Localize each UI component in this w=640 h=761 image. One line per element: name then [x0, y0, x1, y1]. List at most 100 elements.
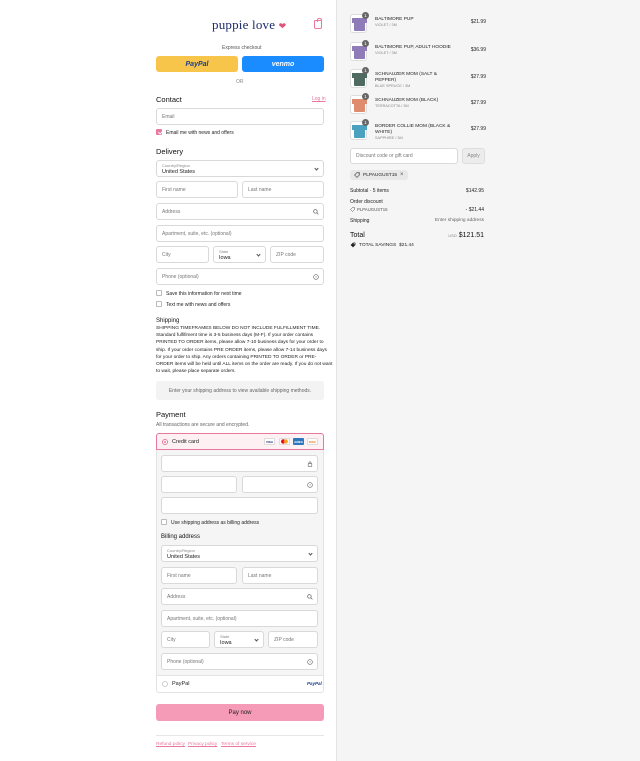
billing-country-select[interactable]: Country/Region United States	[161, 545, 318, 562]
discount-tag: PLPAUGUST15 ×	[350, 170, 408, 180]
total-label: Total	[350, 232, 365, 239]
discount-amount: - $21.44	[465, 207, 484, 213]
contact-heading: Contact	[156, 95, 182, 104]
product-variant: VIOLET / 3M	[375, 51, 397, 55]
product-variant: TERRACOTTA / 3M	[375, 104, 409, 108]
credit-card-label: Credit card	[172, 439, 199, 445]
product-variant: BLUE SPRUCE / 3M	[375, 84, 411, 88]
store-logo[interactable]: puppie love ❤	[212, 17, 286, 33]
paypal-option[interactable]: PayPal PayPal	[156, 676, 324, 693]
subtotal-value: $142.95	[465, 188, 484, 194]
first-name-field[interactable]: First name	[156, 181, 238, 198]
chevron-down-icon	[314, 166, 319, 171]
billing-same-checkbox[interactable]	[161, 519, 167, 525]
product-thumbnail: 1	[350, 12, 369, 33]
billing-heading: Billing address	[161, 534, 201, 540]
terms-link[interactable]: Terms of service	[221, 742, 256, 747]
apartment-field[interactable]: Apartment, suite, etc. (optional)	[156, 225, 324, 242]
billing-last-name-field[interactable]: Last name	[242, 567, 318, 584]
billing-city-field[interactable]: City	[161, 631, 210, 648]
search-icon	[307, 594, 313, 600]
tag-icon	[350, 242, 356, 248]
shipping-value: Enter shipping address	[434, 218, 484, 223]
product-thumbnail: 1	[350, 67, 369, 88]
cart-line-item: 1 BORDER COLLIE MOM (BLACK & WHITE) SAPPHI…	[350, 119, 486, 143]
credit-card-radio[interactable]	[162, 439, 168, 445]
security-code-field[interactable]: ?	[242, 476, 318, 493]
product-thumbnail: 1	[350, 93, 369, 114]
quantity-badge: 1	[362, 40, 369, 47]
email-field[interactable]: Email	[156, 108, 324, 125]
address-field[interactable]: Address	[156, 203, 324, 220]
delivery-heading: Delivery	[156, 147, 184, 156]
chevron-down-icon	[254, 637, 259, 642]
help-icon[interactable]: ?	[307, 482, 313, 488]
save-info-checkbox[interactable]	[156, 290, 162, 296]
product-name: SCHNAUZER MOM (SALT & PEPPER)	[375, 72, 437, 83]
venmo-express-button[interactable]: venmo	[242, 56, 324, 72]
name-on-card-field[interactable]	[161, 497, 318, 514]
card-number-field[interactable]	[161, 455, 318, 472]
billing-apartment-field[interactable]: Apartment, suite, etc. (optional)	[161, 610, 318, 627]
chevron-down-icon	[308, 551, 313, 556]
shipping-methods-placeholder: Enter your shipping address to view avai…	[156, 381, 324, 400]
billing-phone-field[interactable]: Phone (optional) ?	[161, 653, 318, 670]
svg-text:?: ?	[315, 276, 317, 280]
shirt-image-icon	[352, 46, 367, 59]
tag-icon	[350, 207, 355, 212]
order-discount-label: Order discount	[350, 199, 383, 205]
cart-line-item: 1 SCHNAUZER MOM (BLACK) TERRACOTTA / 3M $27…	[350, 93, 486, 117]
shirt-image-icon	[352, 18, 367, 31]
cart-bag-icon[interactable]	[314, 18, 322, 29]
paypal-express-button[interactable]: PayPal	[156, 56, 238, 72]
remove-discount-icon[interactable]: ×	[400, 172, 404, 178]
phone-field[interactable]: Phone (optional) ?	[156, 268, 324, 285]
help-icon[interactable]: ?	[313, 274, 319, 280]
zip-field[interactable]: ZIP code	[270, 246, 324, 263]
product-price: $27.99	[470, 100, 486, 106]
billing-state-select[interactable]: State Iowa	[214, 631, 264, 648]
product-price: $27.99	[470, 74, 486, 80]
or-divider: OR	[236, 79, 244, 85]
quantity-badge: 1	[362, 119, 369, 126]
privacy-policy-link[interactable]: Privacy policy	[188, 742, 217, 747]
paypal-logo: PayPal	[307, 681, 322, 686]
refund-policy-link[interactable]: Refund policy	[156, 742, 185, 747]
newsletter-checkbox[interactable]	[156, 129, 162, 135]
billing-address-field[interactable]: Address	[161, 588, 318, 605]
expiration-field[interactable]	[161, 476, 237, 493]
newsletter-label: Email me with news and offers	[166, 130, 234, 136]
billing-first-name-field[interactable]: First name	[161, 567, 237, 584]
apply-button[interactable]: Apply	[462, 148, 485, 164]
svg-text:?: ?	[309, 484, 311, 488]
billing-zip-field[interactable]: ZIP code	[268, 631, 318, 648]
product-price: $27.99	[470, 126, 486, 132]
shirt-image-icon	[352, 125, 367, 138]
product-variant: VIOLET / 3M	[375, 23, 397, 27]
billing-same-label: Use shipping address as billing address	[171, 520, 260, 526]
cart-line-item: 1 BALTIMORE PUP VIOLET / 3M $21.99	[350, 12, 486, 36]
shipping-heading: Shipping	[156, 318, 180, 324]
cart-line-item: 1 BALTIMORE PUP, ADULT HOODIE VIOLET / 3M $…	[350, 40, 486, 64]
discount-code-field[interactable]: Discount code or gift card	[350, 148, 458, 164]
product-thumbnail: 1	[350, 40, 369, 61]
discover-icon: DISC	[307, 438, 318, 445]
last-name-field[interactable]: Last name	[242, 181, 324, 198]
paypal-option-label: PayPal	[172, 681, 190, 687]
state-select[interactable]: State Iowa	[213, 246, 266, 263]
visa-icon: VISA	[264, 438, 275, 445]
country-select[interactable]: Country/Region United States	[156, 160, 324, 177]
product-price: $36.99	[470, 47, 486, 53]
credit-card-option[interactable]: Credit card VISA AMEX DISC	[156, 433, 324, 450]
product-variant: SAPPHIRE / 3M	[375, 136, 403, 140]
city-field[interactable]: City	[156, 246, 209, 263]
pay-now-button[interactable]: Pay now	[156, 704, 324, 721]
help-icon[interactable]: ?	[307, 659, 313, 665]
tag-icon	[354, 172, 360, 178]
login-link[interactable]: Log in	[312, 96, 326, 102]
text-me-checkbox[interactable]	[156, 301, 162, 307]
chevron-down-icon	[256, 252, 261, 257]
svg-text:?: ?	[309, 661, 311, 665]
paypal-radio[interactable]	[162, 681, 168, 687]
save-info-label: Save this information for next time	[166, 291, 242, 297]
